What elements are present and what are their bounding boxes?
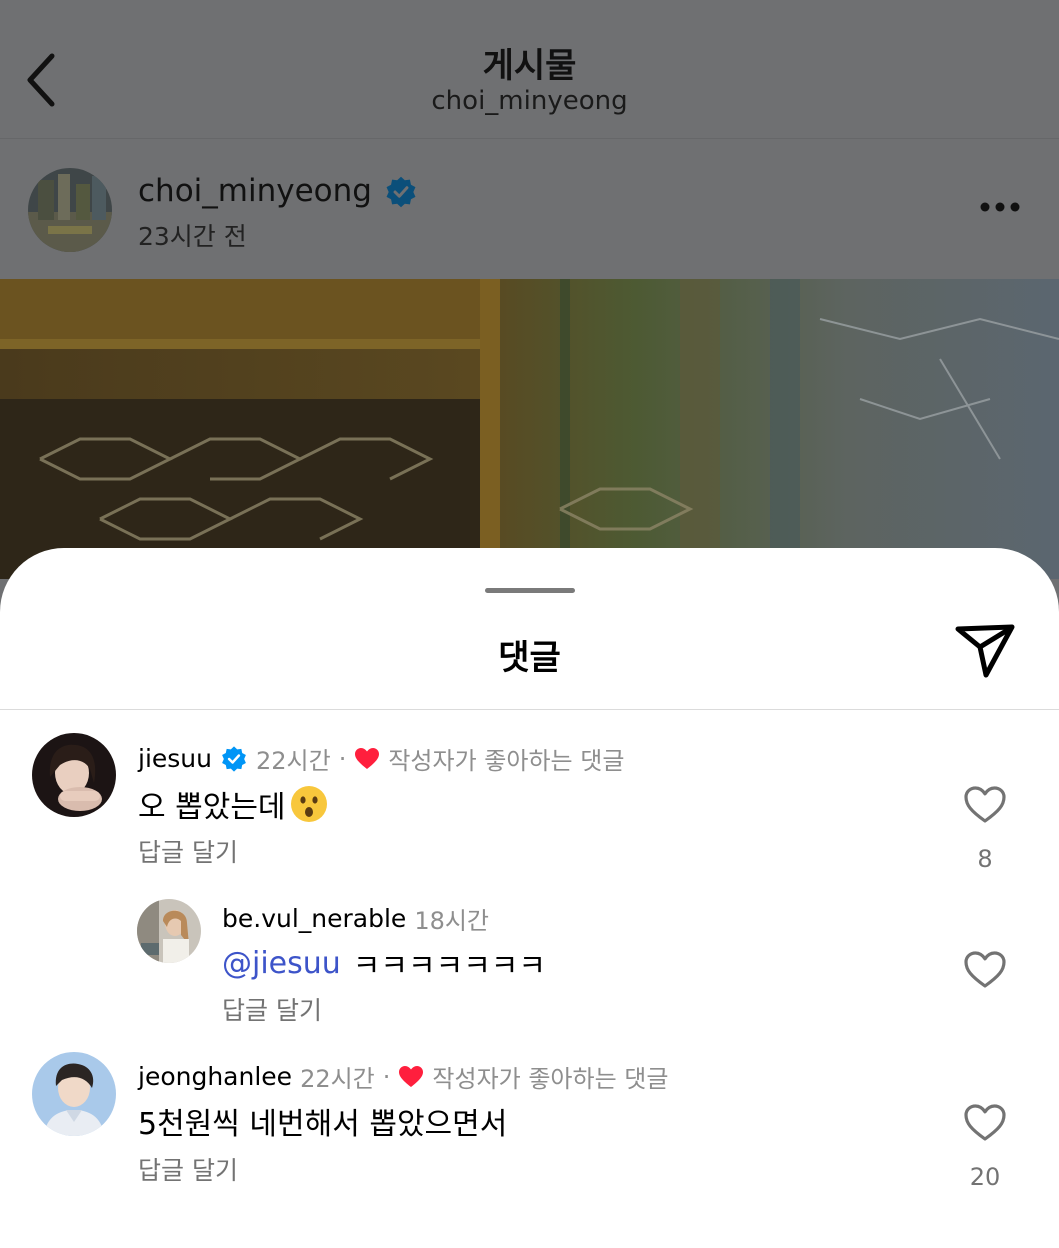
more-options-icon[interactable]: [975, 197, 1025, 217]
comment-username[interactable]: be.vul_nerable: [222, 904, 406, 933]
heart-filled-icon: [355, 747, 380, 769]
comment-text: 5천원씩 네번해서 뽑았으면서: [138, 1107, 508, 1142]
comment-time: 22시간: [256, 747, 331, 775]
separator-dot: ·: [338, 744, 347, 773]
like-count: 20: [969, 1163, 1001, 1191]
page-title: 게시물: [482, 46, 577, 86]
comment-header: jiesuu 22시간 · 작성자가 좋아하는 댓글: [138, 741, 624, 776]
author-username[interactable]: choi_minyeong: [138, 173, 372, 209]
post-photo: [0, 279, 1059, 579]
comments-sheet: 댓글 jiesuu 22시간 · 작성자가 좋아하는 댓글 오 뽑았는데 답글 …: [0, 548, 1059, 1248]
reply-button[interactable]: 답글 달기: [222, 991, 322, 1027]
comment-username[interactable]: jiesuu: [138, 744, 212, 773]
like-count: 8: [977, 845, 993, 873]
post-timestamp: 23시간 전: [138, 222, 247, 251]
separator-dot: ·: [382, 1062, 391, 1091]
comment-text: @jiesuu ㅋㅋㅋㅋㅋㅋㅋ: [222, 945, 546, 985]
comment-time: 22시간: [300, 1065, 375, 1093]
sheet-divider: [0, 709, 1059, 710]
heart-outline-icon[interactable]: [963, 950, 1007, 990]
sheet-drag-handle[interactable]: [485, 588, 575, 593]
share-send-icon[interactable]: [952, 621, 1018, 681]
comment-header: jeonghanlee 22시간 · 작성자가 좋아하는 댓글: [138, 1059, 668, 1094]
comment-text: 오 뽑았는데: [138, 782, 328, 826]
heart-outline-icon[interactable]: [963, 1103, 1007, 1143]
reply-button[interactable]: 답글 달기: [138, 1151, 238, 1187]
liked-by-author-label: 작성자가 좋아하는 댓글: [432, 1065, 669, 1093]
verified-badge-icon: [386, 176, 416, 208]
author-avatar[interactable]: [28, 168, 112, 252]
heart-outline-icon[interactable]: [963, 785, 1007, 825]
reply-button[interactable]: 답글 달기: [138, 833, 238, 869]
post-author-row: choi_minyeong 23시간 전: [0, 139, 1059, 279]
hushed-face-emoji-icon: [290, 786, 327, 822]
comment-time: 18시간: [414, 907, 490, 935]
commenter-avatar[interactable]: [32, 1052, 116, 1136]
commenter-avatar[interactable]: [32, 733, 116, 817]
commenter-avatar[interactable]: [137, 899, 201, 963]
heart-filled-icon: [399, 1065, 424, 1087]
top-nav-bar: 게시물 choi_minyeong: [0, 0, 1059, 139]
comment-username[interactable]: jeonghanlee: [138, 1062, 292, 1091]
mention-link[interactable]: @jiesuu: [222, 946, 341, 981]
sheet-title: 댓글: [498, 638, 561, 678]
comment-header: be.vul_nerable 18시간: [222, 901, 489, 936]
page-subtitle: choi_minyeong: [431, 86, 628, 116]
liked-by-author-label: 작성자가 좋아하는 댓글: [388, 747, 625, 775]
verified-badge-icon: [222, 745, 246, 772]
